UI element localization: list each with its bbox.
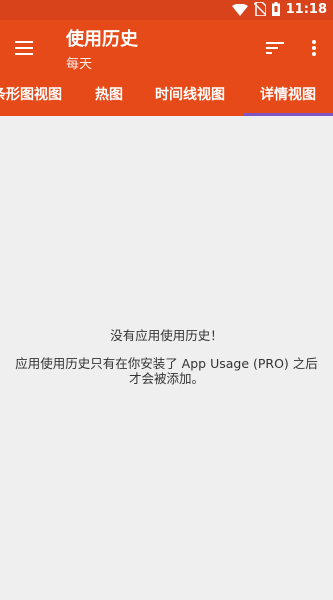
- tab-bar-chart-view[interactable]: 条形图视图: [0, 76, 62, 116]
- selected-tab-indicator: [244, 113, 333, 116]
- tab-heatmap[interactable]: 热图: [95, 76, 123, 116]
- tab-timeline-view[interactable]: 时间线视图: [155, 76, 225, 116]
- menu-button[interactable]: [10, 34, 38, 62]
- no-sim-icon: [253, 0, 267, 20]
- empty-state-title: 没有应用使用历史！: [110, 328, 223, 343]
- page-subtitle: 每天: [66, 57, 93, 72]
- app-bar: 使用历史 每天: [0, 20, 333, 76]
- wifi-icon: [231, 1, 248, 20]
- sort-button[interactable]: [261, 34, 289, 62]
- sort-icon: [266, 42, 284, 54]
- more-vert-icon: [312, 40, 316, 56]
- battery-icon: [271, 1, 280, 20]
- hamburger-menu-icon: [15, 41, 33, 55]
- tab-details-view[interactable]: 详情视图: [260, 76, 316, 116]
- status-icons: 11:18: [231, 0, 327, 20]
- more-options-button[interactable]: [300, 34, 328, 62]
- tab-bar: 条形图视图 热图 时间线视图 详情视图: [0, 76, 333, 116]
- page-title: 使用历史: [66, 29, 138, 50]
- empty-state-message: 应用使用历史只有在你安装了 App Usage (PRO) 之后才会被添加。: [15, 356, 318, 386]
- status-time: 11:18: [285, 2, 327, 17]
- status-bar: 11:18: [0, 0, 333, 20]
